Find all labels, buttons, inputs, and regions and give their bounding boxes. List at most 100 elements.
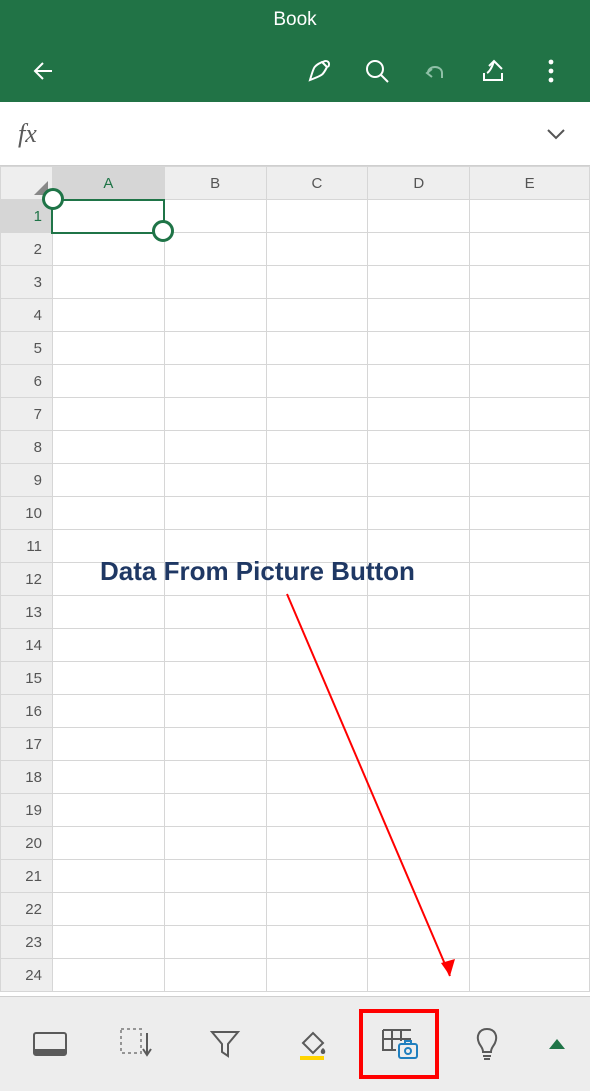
row-header-11[interactable]: 11 <box>1 530 53 563</box>
cell-D21[interactable] <box>368 860 470 893</box>
cell-C8[interactable] <box>266 431 368 464</box>
selection-handle-bottom-right[interactable] <box>152 220 174 242</box>
cell-A21[interactable] <box>52 860 164 893</box>
row-header-22[interactable]: 22 <box>1 893 53 926</box>
share-button[interactable] <box>464 40 522 102</box>
ideas-button[interactable] <box>447 1009 527 1079</box>
cell-A18[interactable] <box>52 761 164 794</box>
cell-C3[interactable] <box>266 266 368 299</box>
cell-B3[interactable] <box>164 266 266 299</box>
cell-B21[interactable] <box>164 860 266 893</box>
cell-D7[interactable] <box>368 398 470 431</box>
cell-D23[interactable] <box>368 926 470 959</box>
cell-C9[interactable] <box>266 464 368 497</box>
cell-E12[interactable] <box>470 563 590 596</box>
cell-C14[interactable] <box>266 629 368 662</box>
cell-E6[interactable] <box>470 365 590 398</box>
cell-E17[interactable] <box>470 728 590 761</box>
cell-E1[interactable] <box>470 200 590 233</box>
cell-E14[interactable] <box>470 629 590 662</box>
cell-C5[interactable] <box>266 332 368 365</box>
cell-B5[interactable] <box>164 332 266 365</box>
column-header-D[interactable]: D <box>368 167 470 200</box>
draw-button[interactable] <box>290 40 348 102</box>
cell-D20[interactable] <box>368 827 470 860</box>
row-header-17[interactable]: 17 <box>1 728 53 761</box>
cell-C13[interactable] <box>266 596 368 629</box>
column-header-B[interactable]: B <box>164 167 266 200</box>
cell-A14[interactable] <box>52 629 164 662</box>
cell-A5[interactable] <box>52 332 164 365</box>
search-button[interactable] <box>348 40 406 102</box>
row-header-24[interactable]: 24 <box>1 959 53 992</box>
row-header-12[interactable]: 12 <box>1 563 53 596</box>
row-header-21[interactable]: 21 <box>1 860 53 893</box>
cell-A4[interactable] <box>52 299 164 332</box>
cell-A15[interactable] <box>52 662 164 695</box>
row-header-10[interactable]: 10 <box>1 497 53 530</box>
cell-A20[interactable] <box>52 827 164 860</box>
row-header-23[interactable]: 23 <box>1 926 53 959</box>
cell-A19[interactable] <box>52 794 164 827</box>
cell-E9[interactable] <box>470 464 590 497</box>
cell-D14[interactable] <box>368 629 470 662</box>
cell-A3[interactable] <box>52 266 164 299</box>
cell-C19[interactable] <box>266 794 368 827</box>
cell-B9[interactable] <box>164 464 266 497</box>
cell-A13[interactable] <box>52 596 164 629</box>
cell-C4[interactable] <box>266 299 368 332</box>
cell-B23[interactable] <box>164 926 266 959</box>
fill-color-button[interactable] <box>272 1009 352 1079</box>
cell-E19[interactable] <box>470 794 590 827</box>
cell-E4[interactable] <box>470 299 590 332</box>
column-header-A[interactable]: A <box>52 167 164 200</box>
cell-E15[interactable] <box>470 662 590 695</box>
cell-A1[interactable] <box>52 200 164 233</box>
cell-D1[interactable] <box>368 200 470 233</box>
row-header-8[interactable]: 8 <box>1 431 53 464</box>
cell-D13[interactable] <box>368 596 470 629</box>
cell-B20[interactable] <box>164 827 266 860</box>
sort-button[interactable] <box>97 1009 177 1079</box>
cell-D3[interactable] <box>368 266 470 299</box>
filter-button[interactable] <box>185 1009 265 1079</box>
cell-C24[interactable] <box>266 959 368 992</box>
cell-C15[interactable] <box>266 662 368 695</box>
cell-D8[interactable] <box>368 431 470 464</box>
cell-C6[interactable] <box>266 365 368 398</box>
row-header-16[interactable]: 16 <box>1 695 53 728</box>
undo-button[interactable] <box>406 40 464 102</box>
cell-A8[interactable] <box>52 431 164 464</box>
column-header-E[interactable]: E <box>470 167 590 200</box>
cell-E16[interactable] <box>470 695 590 728</box>
cell-E11[interactable] <box>470 530 590 563</box>
cell-B18[interactable] <box>164 761 266 794</box>
cell-A16[interactable] <box>52 695 164 728</box>
cell-E23[interactable] <box>470 926 590 959</box>
cell-B16[interactable] <box>164 695 266 728</box>
data-from-picture-button[interactable] <box>359 1009 439 1079</box>
column-header-C[interactable]: C <box>266 167 368 200</box>
cell-D22[interactable] <box>368 893 470 926</box>
formula-input[interactable] <box>37 102 536 165</box>
cell-D4[interactable] <box>368 299 470 332</box>
back-button[interactable] <box>16 40 74 102</box>
cell-D10[interactable] <box>368 497 470 530</box>
row-header-5[interactable]: 5 <box>1 332 53 365</box>
row-header-18[interactable]: 18 <box>1 761 53 794</box>
cell-B15[interactable] <box>164 662 266 695</box>
row-header-4[interactable]: 4 <box>1 299 53 332</box>
cell-C18[interactable] <box>266 761 368 794</box>
cell-E3[interactable] <box>470 266 590 299</box>
cell-B24[interactable] <box>164 959 266 992</box>
cell-E8[interactable] <box>470 431 590 464</box>
cell-B8[interactable] <box>164 431 266 464</box>
cell-B22[interactable] <box>164 893 266 926</box>
sheet-expand-button[interactable] <box>534 1009 580 1079</box>
cell-B6[interactable] <box>164 365 266 398</box>
cell-D2[interactable] <box>368 233 470 266</box>
row-header-13[interactable]: 13 <box>1 596 53 629</box>
cell-E5[interactable] <box>470 332 590 365</box>
cell-C17[interactable] <box>266 728 368 761</box>
cell-C1[interactable] <box>266 200 368 233</box>
